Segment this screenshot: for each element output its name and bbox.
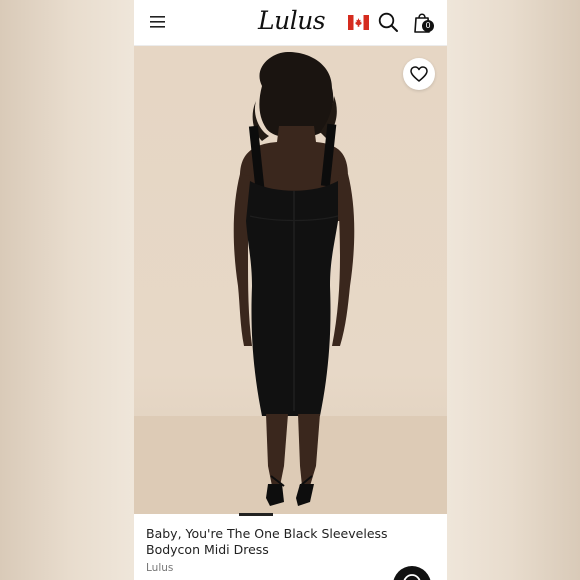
product-title[interactable]: Baby, You're The One Black Sleeveless Bo… bbox=[146, 526, 436, 558]
cart-count-badge: 0 bbox=[422, 20, 434, 32]
site-logo[interactable]: Lulus bbox=[258, 4, 328, 38]
heart-outline-icon[interactable] bbox=[403, 58, 435, 90]
model-figure bbox=[134, 51, 447, 514]
chat-bubble-icon[interactable] bbox=[393, 566, 431, 580]
hamburger-menu-icon[interactable] bbox=[148, 13, 168, 31]
canada-flag-icon[interactable] bbox=[348, 15, 369, 30]
site-header: Lulus 0 bbox=[134, 0, 447, 46]
carousel-indicator[interactable] bbox=[239, 513, 273, 516]
product-image[interactable] bbox=[134, 46, 447, 514]
product-brand[interactable]: Lulus bbox=[146, 562, 173, 574]
search-icon[interactable] bbox=[377, 11, 399, 33]
mobile-page: Lulus 0 Baby, You're The One Black Sleev… bbox=[134, 0, 447, 580]
